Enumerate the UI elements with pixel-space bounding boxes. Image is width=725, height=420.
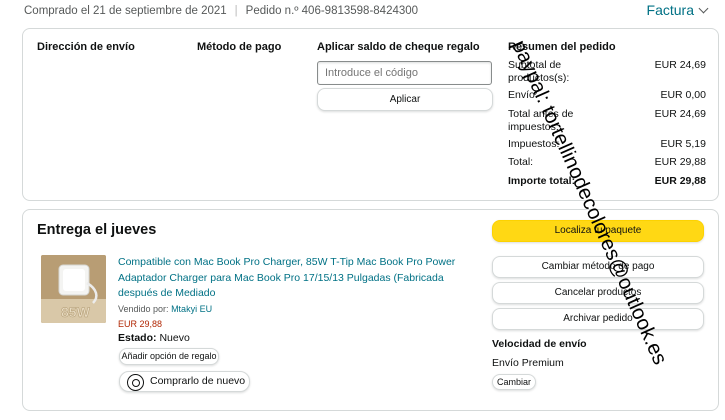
order-summary-card: Dirección de envío Método de pago Aplica… [22, 28, 719, 201]
seller-link[interactable]: Mtakyi EU [171, 304, 212, 314]
product-title-link[interactable]: Compatible con Mac Book Pro Charger, 85W… [118, 255, 468, 302]
gift-card-title: Aplicar saldo de cheque regalo [317, 41, 480, 53]
summary-label: Subtotal de productos(s): [508, 59, 570, 84]
summary-label: Impuestos: [508, 138, 560, 150]
condition-value: Nuevo [159, 332, 190, 344]
delivery-card: Entrega el jueves 85W Compatible con Mac… [22, 209, 719, 411]
invoice-dropdown[interactable]: Factura [646, 2, 709, 18]
chevron-down-icon [698, 3, 709, 14]
summary-value: EUR 0,00 [660, 89, 706, 101]
buy-again-button[interactable]: Comprarlo de nuevo [119, 371, 250, 392]
order-header: Comprado el 21 de septiembre de 2021 | Ped… [0, 0, 725, 24]
summary-label: Importe total: [508, 175, 576, 187]
summary-value: EUR 29,88 [654, 175, 706, 187]
summary-value: EUR 24,69 [654, 108, 706, 120]
thumb-label: 85W [61, 304, 91, 320]
summary-value: EUR 29,88 [654, 156, 706, 168]
summary-label: Envío: [508, 89, 538, 101]
summary-value: EUR 24,69 [654, 59, 706, 71]
summary-value: EUR 5,19 [660, 138, 706, 150]
purchase-date: Comprado el 21 de septiembre de 2021 [24, 5, 227, 17]
order-summary-title: Resumen del pedido [508, 41, 616, 53]
shipping-address-title: Dirección de envío [37, 41, 135, 53]
charger-image: 85W [41, 255, 106, 323]
archive-order-button[interactable]: Archivar pedido [492, 308, 704, 330]
separator: | [234, 5, 238, 17]
summary-label: Total antes de impuestos: [508, 108, 574, 133]
shipping-speed-value: Envío Premium [492, 357, 564, 369]
product-condition: Estado: Nuevo [118, 332, 190, 344]
product-price: EUR 29,88 [118, 319, 163, 329]
change-shipping-button[interactable]: Cambiar [492, 374, 536, 390]
summary-label: Total: [508, 156, 534, 168]
track-package-button[interactable]: Localiza tu paquete [492, 220, 704, 242]
shipping-speed-title: Velocidad de envío [492, 338, 587, 350]
apply-button[interactable]: Aplicar [317, 88, 493, 111]
seller-label: Vendido por: [118, 304, 169, 314]
condition-label: Estado: [118, 332, 157, 344]
invoice-label: Factura [646, 2, 694, 18]
seller-info: Vendido por: Mtakyi EU [118, 304, 212, 314]
add-gift-option-button[interactable]: Añadir opción de regalo [119, 348, 219, 365]
buy-again-label: Comprarlo de nuevo [150, 375, 246, 387]
product-image[interactable]: 85W [41, 255, 106, 323]
payment-method-title: Método de pago [197, 41, 282, 53]
delivery-title: Entrega el jueves [37, 222, 157, 238]
change-payment-button[interactable]: Cambiar método de pago [492, 256, 704, 278]
buy-again-icon [127, 374, 144, 391]
cancel-items-button[interactable]: Cancelar productos [492, 282, 704, 304]
gift-code-input[interactable] [317, 61, 492, 85]
order-number: Pedido n.º 406-9813598-8424300 [245, 5, 419, 17]
